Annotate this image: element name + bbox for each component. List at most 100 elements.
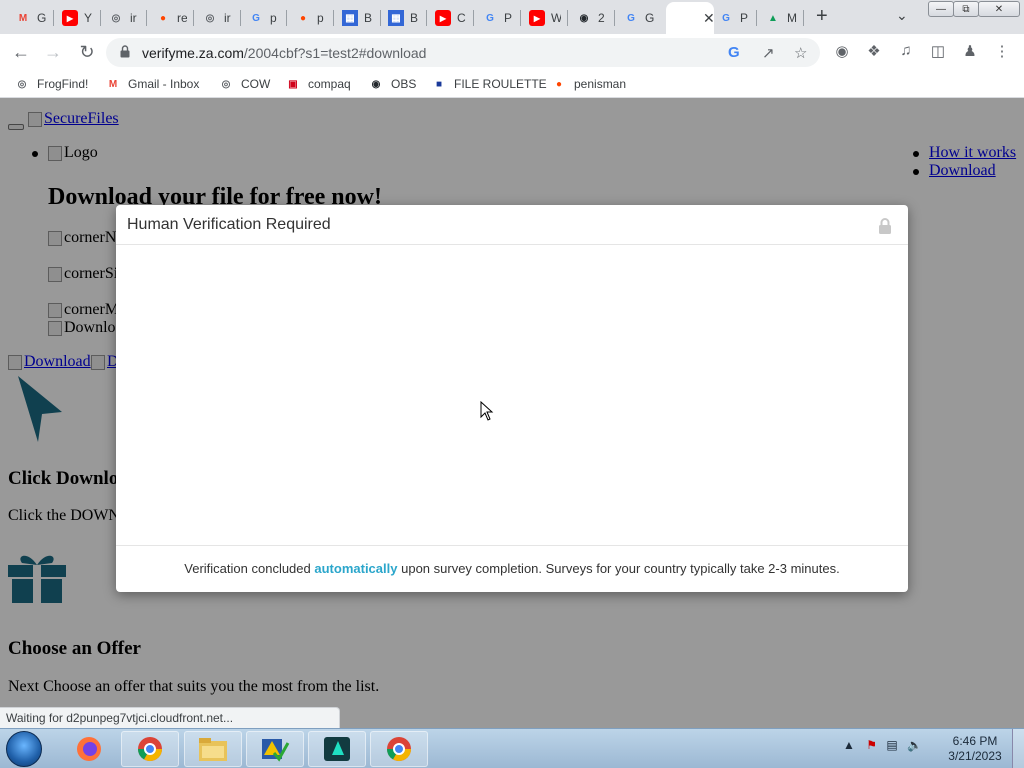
tab-title: 2 [598,11,605,25]
bookmark-item[interactable]: ■ FILE ROULETTE [431,76,547,92]
tab-title: p [270,11,277,25]
bookmark-item[interactable]: ▣ compaq [285,76,351,92]
reddit-icon: ● [159,12,167,24]
bookmark-label: penisman [574,77,627,91]
bookmark-item[interactable]: ◎ FrogFind! [14,76,89,92]
minimize-button[interactable]: — [928,1,954,17]
tab-item[interactable]: ▲ M [758,4,803,32]
bookmark-item[interactable]: ◉ OBS [368,76,417,92]
tab-title: P [504,11,513,25]
extension-circle-icon[interactable]: ◉ [832,42,852,60]
forward-arrow-icon[interactable]: → [41,41,65,63]
bookmark-label: compaq [308,77,351,91]
tab-item[interactable]: ▶ C [428,4,473,32]
tab-item[interactable]: ◎ ir [195,4,240,32]
tab-search-chevron-icon[interactable]: ⌄ [896,7,908,24]
reddit-icon: ● [299,12,307,24]
close-window-button[interactable]: ✕ [978,1,1020,17]
maximize-button[interactable]: ⧉ [953,1,979,17]
globe-icon: ◎ [221,78,231,90]
tab-item[interactable]: Gp [241,4,286,32]
bookmark-item[interactable]: M Gmail - Inbox [105,76,200,92]
url-text[interactable]: verifyme.za.com/2004cbf?s1=test2#downloa… [142,45,426,61]
reload-icon[interactable]: ↻ [75,41,99,63]
menu-kebab-icon[interactable]: ⋮ [992,42,1012,60]
taskbar-filmora[interactable] [308,731,366,767]
clock-date: 3/21/2023 [948,749,1002,763]
tab-item[interactable]: GP [711,4,756,32]
tab-item[interactable]: ▦ B [335,4,380,32]
tab-title: G [645,11,655,25]
bookmark-item[interactable]: ● penisman [551,76,626,92]
tab-title: p [317,11,324,25]
tab-title: P [740,11,749,25]
compaq-icon: ▣ [288,78,298,90]
tab-strip: MG▶Y◎ir●re◎irGp●p▦B▦B▶CGP▶W◉2GGD✕GP▲M + … [0,0,1024,34]
tab-item[interactable]: ▦ B [381,4,426,32]
github-icon: ◉ [579,12,589,24]
tab-item[interactable]: ● re [148,4,193,32]
address-bar[interactable]: verifyme.za.com/2004cbf?s1=test2#downloa… [106,38,820,67]
side-panel-icon[interactable]: ◫ [928,42,948,60]
tab-item[interactable]: ◉ 2 [569,4,614,32]
tab-separator [473,10,474,26]
share-icon[interactable]: ↗ [762,44,775,62]
bookmarks-bar: ◎ FrogFind! M Gmail - Inbox ◎ COW ▣ compaq ◉ OBS ■… [0,71,1024,98]
modal-body [116,245,908,545]
footer-highlight: automatically [314,561,398,576]
github-icon: ◉ [371,78,381,90]
drive-icon: ▲ [768,12,778,24]
bookmark-item[interactable]: ◎ COW [218,76,271,92]
taskbar-security-app[interactable] [246,731,304,767]
bookmark-label: OBS [391,77,417,91]
verification-modal: Human Verification Required Verification… [116,205,908,592]
taskbar-clock[interactable]: 6:46 PM 3/21/2023 [940,734,1010,764]
tab-title: G [37,11,47,25]
gmail-icon: M [18,12,28,24]
status-bubble: Waiting for d2punpeg7vtjci.cloudfront.ne… [0,707,340,728]
extensions-puzzle-icon[interactable]: ❖ [864,42,884,60]
tab-item[interactable]: ▶ W [522,4,567,32]
gmail-icon: M [108,78,118,90]
taskbar-firefox[interactable] [60,731,118,767]
tray-network-icon[interactable]: ▤ [886,738,897,752]
google-lens-icon[interactable]: G [728,44,740,61]
chrome-icon [387,737,411,762]
back-arrow-icon[interactable]: ← [9,41,33,63]
tab-title: M [787,11,797,25]
tab-item[interactable]: GP [475,4,520,32]
taskbar-chrome-2[interactable] [370,731,428,767]
tab-separator [426,10,427,26]
google-icon: G [722,12,730,24]
show-desktop-button[interactable] [1012,729,1024,768]
tray-expand-icon[interactable]: ▲ [843,738,855,752]
lock-icon[interactable] [120,45,130,58]
youtube-icon: ▶ [435,10,451,26]
footer-text-pre: Verification concluded [184,561,311,576]
taskbar-explorer[interactable] [184,731,242,767]
tab-item[interactable]: D✕ [666,2,715,34]
tab-item[interactable]: ◎ ir [101,4,146,32]
tab-item[interactable]: GG [616,4,661,32]
taskbar-chrome-1[interactable] [121,731,179,767]
new-tab-button[interactable]: + [816,5,828,28]
tab-separator [614,10,615,26]
media-control-icon[interactable]: ♫ [896,42,916,59]
mft-icon: ■ [435,78,443,90]
tray-flag-icon[interactable]: ⚑ [866,738,877,752]
folder-icon [199,738,227,761]
chrome-icon [138,737,162,762]
tab-item[interactable]: ● p [288,4,333,32]
tab-separator [756,10,757,26]
tab-item[interactable]: MG [8,4,53,32]
tab-title: B [410,11,419,25]
reddit-icon: ● [555,78,563,90]
tray-volume-icon[interactable]: 🔈 [907,738,922,752]
profile-avatar-icon[interactable]: ♟ [960,42,980,60]
tab-title: W [551,11,561,25]
tab-title: ir [130,11,137,25]
start-button[interactable] [6,731,42,767]
tab-item[interactable]: ▶ Y [55,4,100,32]
bookmark-star-icon[interactable]: ☆ [794,44,807,62]
url-path: /2004cbf?s1=test2#download [243,45,427,61]
